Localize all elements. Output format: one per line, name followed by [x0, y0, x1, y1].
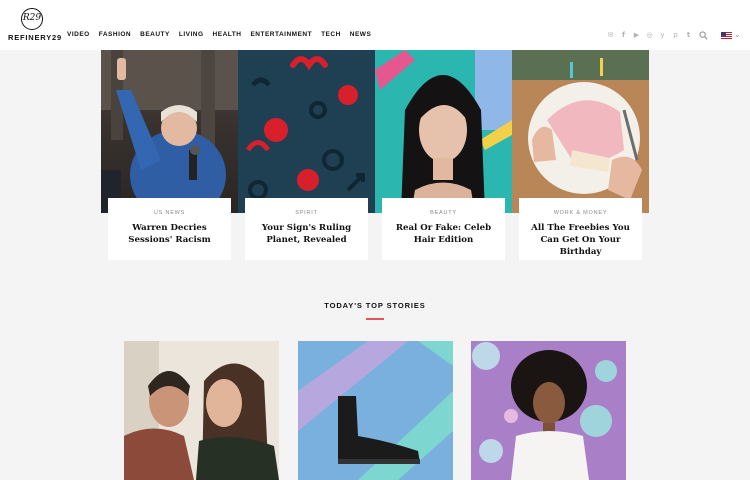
nav-item-video[interactable]: VIDEO — [67, 31, 90, 38]
feature-image-cake[interactable] — [512, 50, 649, 213]
logo-mark: R29 — [21, 8, 43, 30]
nav-item-fashion[interactable]: FASHION — [99, 31, 131, 38]
photo-birthday-cake — [512, 50, 649, 213]
nav-item-tech[interactable]: TECH — [321, 31, 341, 38]
feature-card[interactable]: SPIRIT Your Sign's Ruling Planet, Reveal… — [245, 198, 368, 260]
feature-image-zodiac[interactable] — [238, 50, 375, 213]
twitter-icon[interactable]: y — [658, 31, 667, 40]
main-nav: VIDEO FASHION BEAUTY LIVING HEALTH ENTER… — [67, 31, 371, 38]
search-icon[interactable] — [699, 31, 708, 40]
youtube-icon[interactable]: ▶ — [632, 31, 641, 40]
social-links: ✉ f ▶ ◎ y p t — [606, 31, 693, 40]
photo-bubble-portrait — [471, 341, 626, 480]
story-image-couple[interactable] — [124, 341, 279, 480]
email-icon[interactable]: ✉ — [606, 31, 615, 40]
photo-zodiac-pattern — [245, 56, 365, 200]
feature-card[interactable]: WORK & MONEY All The Freebies You Can Ge… — [519, 198, 642, 260]
facebook-icon[interactable]: f — [619, 31, 628, 40]
logo-wordmark: REFINERY29 — [8, 33, 62, 42]
card-category: US NEWS — [153, 210, 186, 216]
card-category: WORK & MONEY — [553, 210, 608, 216]
card-title[interactable]: Warren Decries Sessions' Racism — [114, 222, 225, 246]
story-image-portrait[interactable] — [471, 341, 626, 480]
nav-item-entertainment[interactable]: ENTERTAINMENT — [250, 31, 312, 38]
card-title[interactable]: All The Freebies You Can Get On Your Bir… — [525, 222, 636, 258]
us-flag-icon[interactable] — [721, 32, 732, 39]
site-logo[interactable]: R29 REFINERY29 — [8, 8, 61, 42]
pinterest-icon[interactable]: p — [671, 31, 680, 40]
photo-speaker — [101, 50, 238, 213]
tumblr-icon[interactable]: t — [684, 31, 693, 40]
section-divider — [366, 318, 384, 320]
feature-card[interactable]: US NEWS Warren Decries Sessions' Racism — [108, 198, 231, 260]
story-image-boot[interactable] — [298, 341, 453, 480]
nav-item-living[interactable]: LIVING — [179, 31, 204, 38]
card-category: BEAUTY — [430, 210, 457, 216]
card-category: SPIRIT — [295, 210, 318, 216]
nav-item-health[interactable]: HEALTH — [213, 31, 242, 38]
card-title[interactable]: Your Sign's Ruling Planet, Revealed — [251, 222, 362, 246]
instagram-icon[interactable]: ◎ — [645, 31, 654, 40]
nav-item-beauty[interactable]: BEAUTY — [140, 31, 170, 38]
photo-celeb-portrait — [375, 50, 512, 213]
photo-couple — [124, 341, 279, 480]
nav-item-news[interactable]: NEWS — [350, 31, 372, 38]
section-heading: TODAY'S TOP STORIES — [324, 301, 426, 310]
site-header: R29 REFINERY29 VIDEO FASHION BEAUTY LIVI… — [0, 0, 750, 50]
feature-image-celeb[interactable] — [375, 50, 512, 213]
chevron-down-icon[interactable]: ⌄ — [734, 30, 741, 39]
photo-chelsea-boot — [298, 341, 453, 480]
feature-card[interactable]: BEAUTY Real Or Fake: Celeb Hair Edition — [382, 198, 505, 260]
feature-image-warren[interactable] — [101, 50, 238, 213]
card-title[interactable]: Real Or Fake: Celeb Hair Edition — [388, 222, 499, 246]
